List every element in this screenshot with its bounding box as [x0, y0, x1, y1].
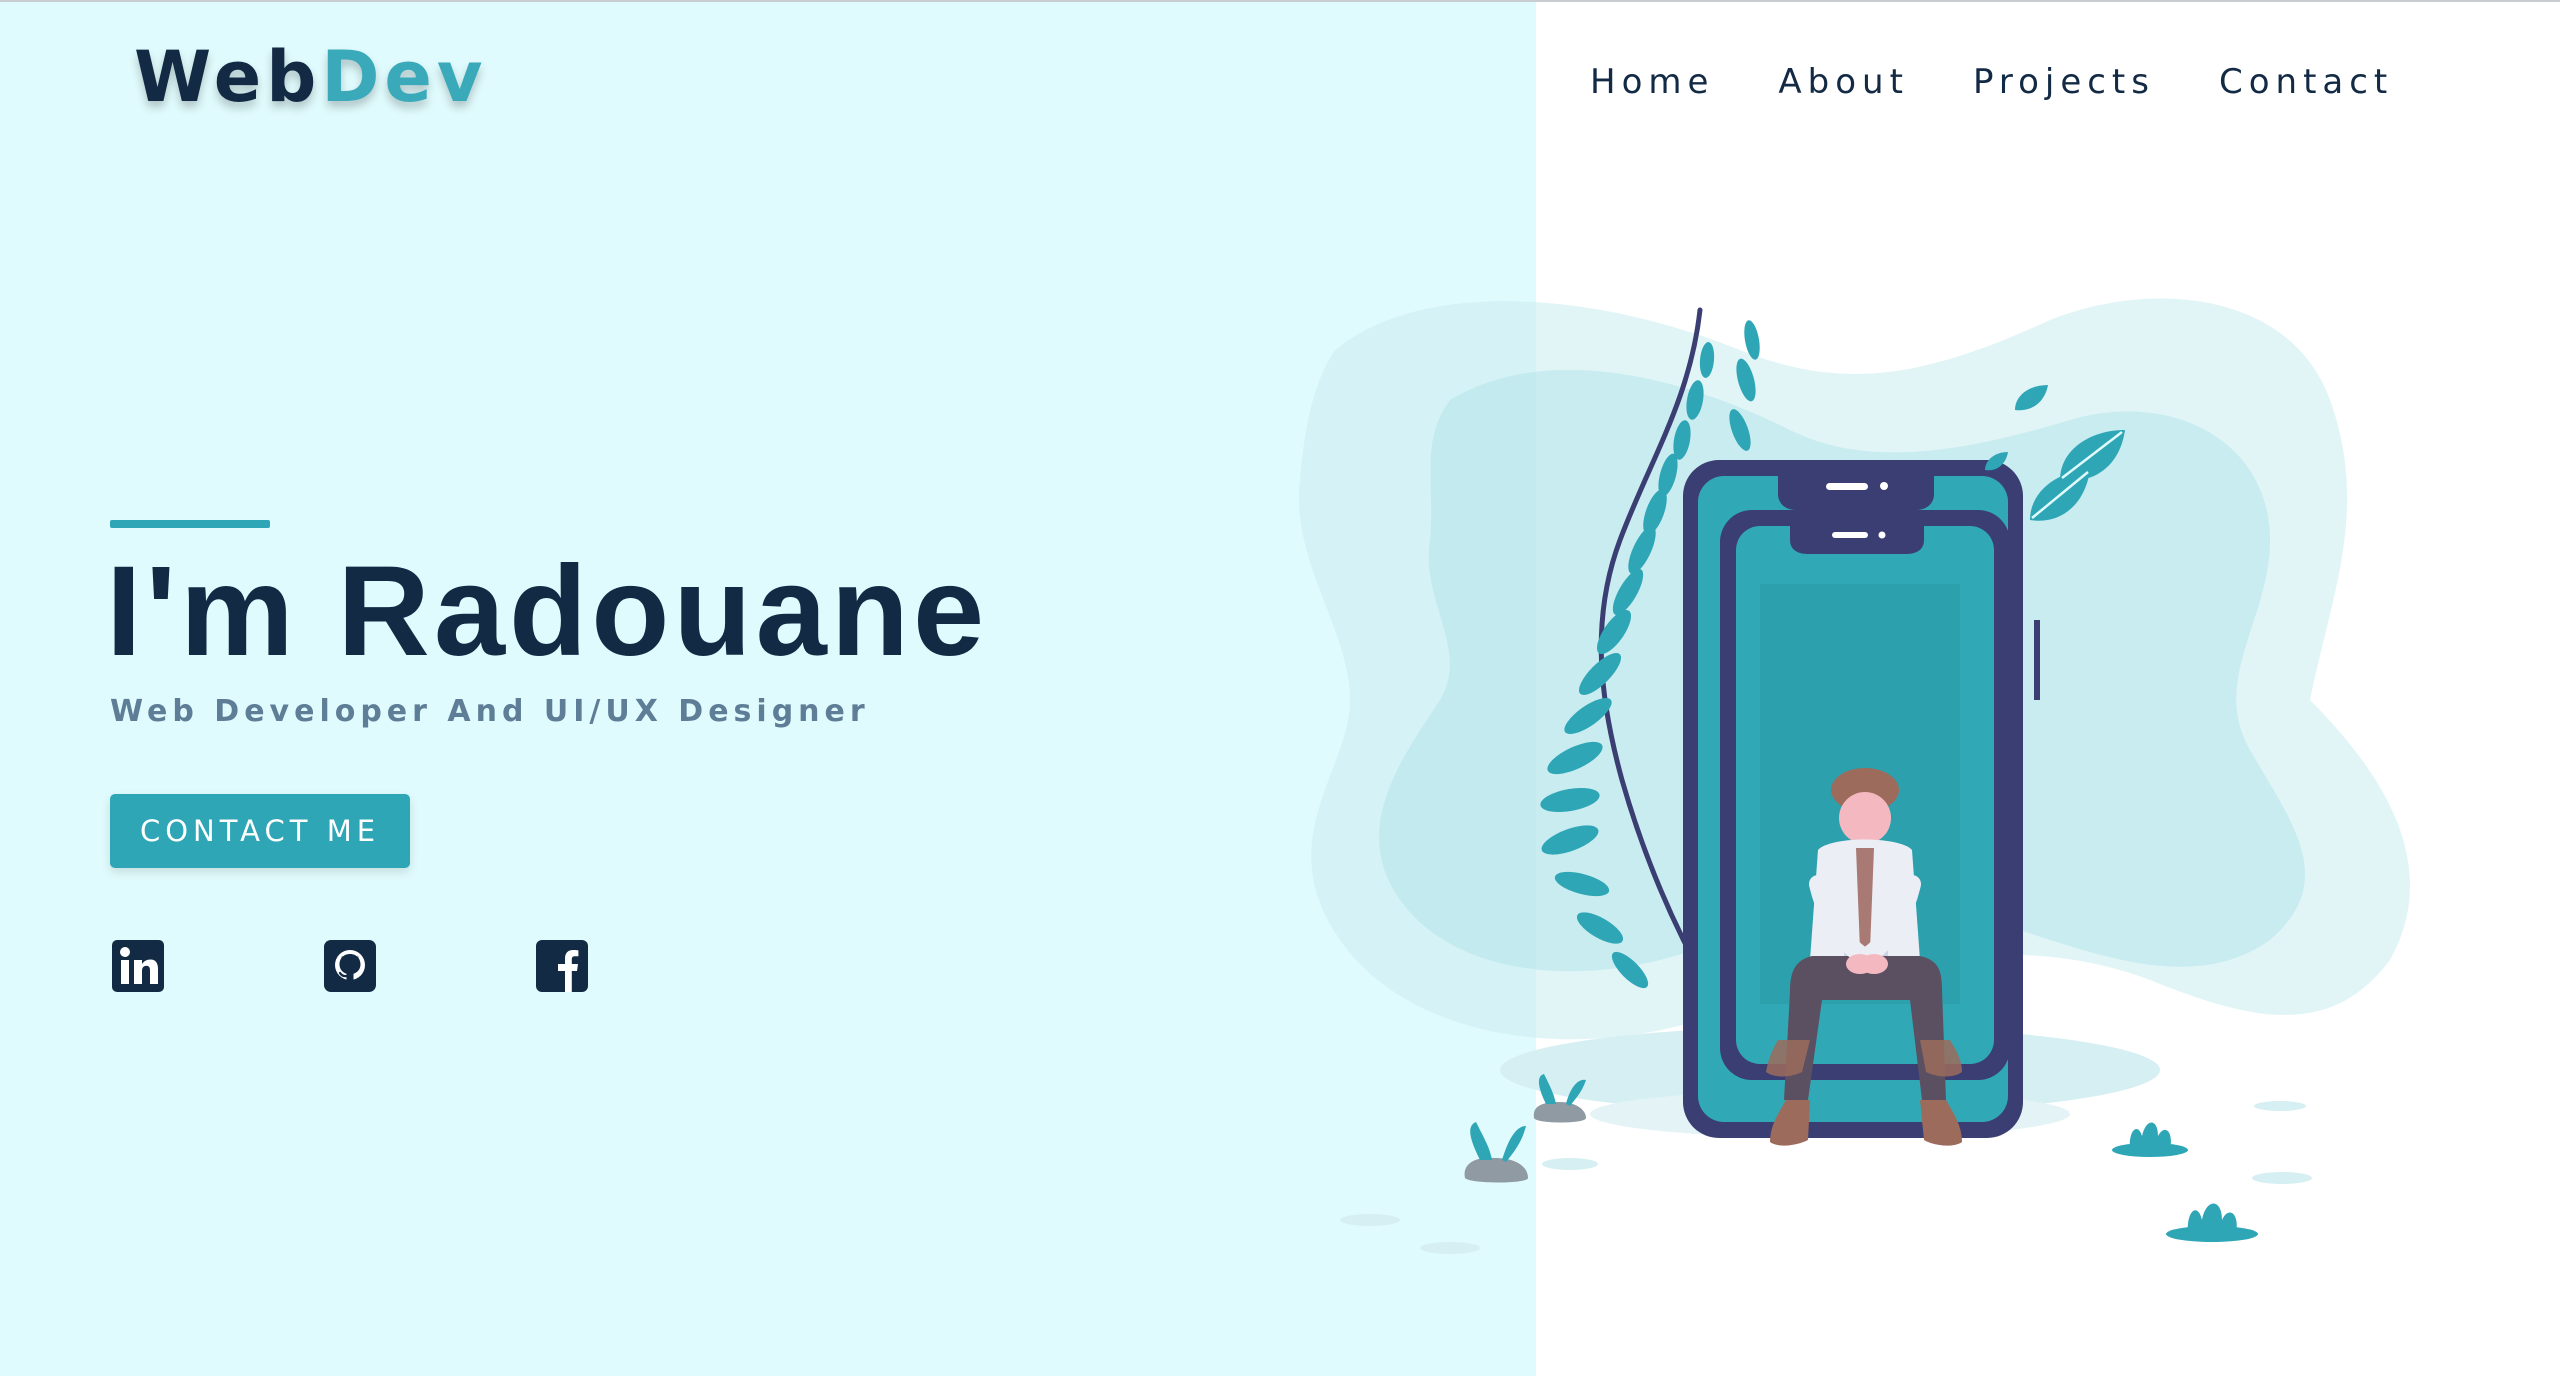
hero-title: I'm Radouane — [106, 540, 989, 683]
nav-contact[interactable]: Contact — [2219, 62, 2393, 102]
hero-illustration — [1270, 280, 2470, 1260]
top-border — [0, 0, 2560, 2]
linkedin-link[interactable] — [112, 940, 164, 992]
facebook-link[interactable] — [536, 940, 588, 992]
facebook-icon — [536, 940, 588, 992]
brand-logo-part-dev: Dev — [321, 36, 488, 118]
nav-projects[interactable]: Projects — [1973, 62, 2155, 102]
github-icon — [324, 940, 376, 992]
github-link[interactable] — [324, 940, 376, 992]
linkedin-icon — [112, 940, 164, 992]
nav-about[interactable]: About — [1778, 62, 1909, 102]
nav-home[interactable]: Home — [1590, 62, 1714, 102]
hero-subtitle: Web Developer And UI/UX Designer — [110, 694, 870, 729]
main-nav: Home About Projects Contact — [1590, 62, 2457, 102]
contact-me-button[interactable]: CONTACT ME — [110, 794, 410, 868]
brand-logo-part-web: Web — [134, 36, 322, 118]
hero-accent-bar — [110, 520, 270, 528]
person-sitting-on-phone-illustration — [1298, 298, 2411, 1254]
brand-logo[interactable]: WebDev — [134, 36, 488, 118]
